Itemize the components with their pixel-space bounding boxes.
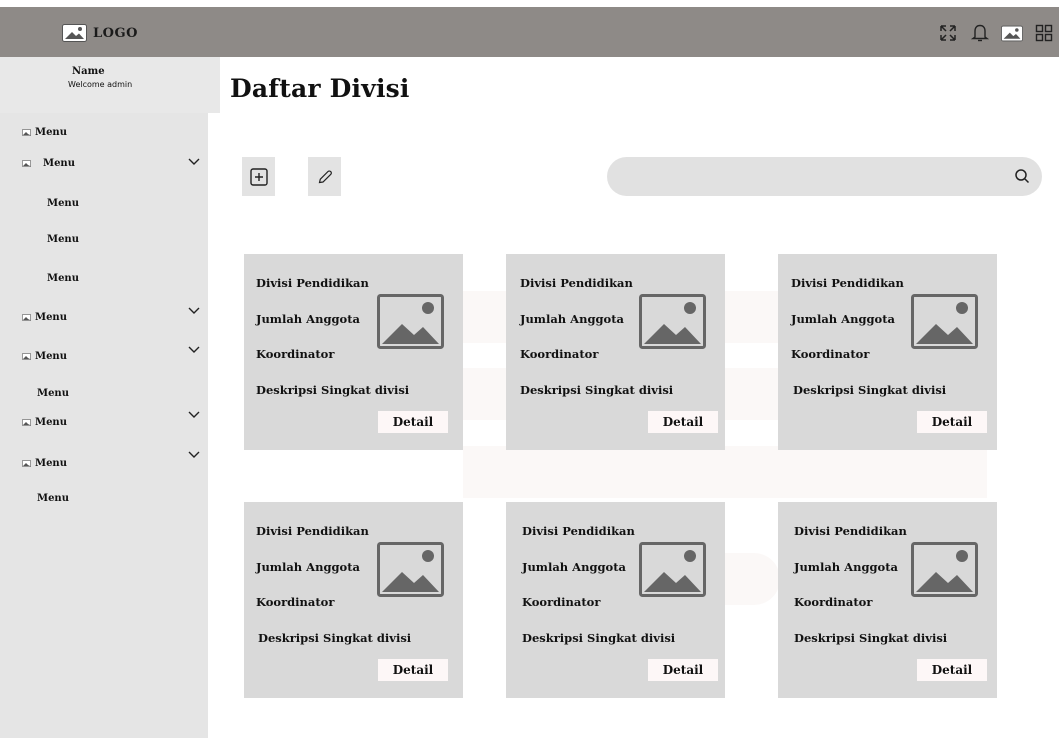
image-placeholder-icon [911, 294, 978, 349]
sidebar-item-label: Menu [35, 458, 67, 469]
sidebar-subitem-4[interactable]: Menu [37, 388, 69, 399]
division-card: Divisi Pendidikan Jumlah Anggota Koordin… [244, 502, 463, 698]
division-card: Divisi Pendidikan Jumlah Anggota Koordin… [506, 254, 725, 450]
chevron-down-icon[interactable] [188, 307, 200, 315]
sidebar-item-2[interactable]: Menu [22, 158, 75, 169]
welcome-text: Welcome admin [68, 80, 133, 89]
edit-button[interactable] [308, 157, 341, 196]
add-button[interactable] [242, 157, 275, 196]
sidebar-item-label: Menu [35, 417, 67, 428]
division-name: Divisi Pendidikan [791, 276, 904, 290]
division-card: Divisi Pendidikan Jumlah Anggota Koordin… [778, 254, 997, 450]
sidebar-item-1[interactable]: Menu [22, 127, 67, 138]
description: Deskripsi Singkat divisi [793, 383, 947, 397]
sidebar-item-label: Menu [47, 198, 79, 209]
sidebar-item-label: Menu [47, 273, 79, 284]
search-bar[interactable] [607, 157, 1042, 196]
coordinator: Koordinator [791, 347, 870, 361]
description: Deskripsi Singkat divisi [256, 383, 410, 397]
image-placeholder-icon [911, 542, 978, 597]
sidebar-item-label: Menu [47, 234, 79, 245]
search-icon[interactable] [1014, 168, 1030, 184]
chevron-down-icon[interactable] [188, 451, 200, 459]
logo[interactable]: LOGO [62, 24, 138, 42]
page-title: Daftar Divisi [230, 74, 410, 103]
member-count: Jumlah Anggota [791, 312, 895, 326]
image-icon [22, 160, 31, 167]
image-icon [62, 24, 87, 42]
member-count: Jumlah Anggota [522, 560, 626, 574]
image-placeholder-icon [639, 294, 706, 349]
sidebar-item-5[interactable]: Menu [22, 417, 67, 428]
sidebar-subitem-1[interactable]: Menu [47, 198, 79, 209]
image-placeholder-icon [377, 294, 444, 349]
sidebar-item-label: Menu [37, 493, 69, 504]
grid-icon[interactable] [1032, 22, 1055, 44]
detail-button[interactable]: Detail [378, 411, 448, 433]
chevron-down-icon[interactable] [188, 158, 200, 166]
coordinator: Koordinator [256, 595, 335, 609]
sidebar-item-6[interactable]: Menu [22, 458, 67, 469]
description: Deskripsi Singkat divisi [258, 631, 412, 645]
pencil-icon [318, 169, 332, 183]
coordinator: Koordinator [520, 347, 599, 361]
image-icon [22, 314, 31, 321]
sidebar-item-label: Menu [35, 312, 67, 323]
sidebar-item-3[interactable]: Menu [22, 312, 67, 323]
sidebar-item-label: Menu [35, 127, 67, 138]
detail-button[interactable]: Detail [917, 411, 987, 433]
image-placeholder-icon [639, 542, 706, 597]
plus-box-icon [249, 167, 268, 186]
division-card: Divisi Pendidikan Jumlah Anggota Koordin… [506, 502, 725, 698]
coordinator: Koordinator [522, 595, 601, 609]
sidebar-item-label: Menu [35, 351, 67, 362]
division-name: Divisi Pendidikan [256, 276, 369, 290]
sidebar-subitem-2[interactable]: Menu [47, 234, 79, 245]
image-icon [22, 419, 31, 426]
member-count: Jumlah Anggota [520, 312, 624, 326]
profile: Name Welcome admin [0, 57, 220, 113]
background-shape [463, 446, 987, 498]
top-icons [936, 22, 1055, 44]
image-icon [22, 460, 31, 467]
description: Deskripsi Singkat divisi [520, 383, 674, 397]
top-bar: LOGO [0, 7, 1059, 57]
image-icon [22, 353, 31, 360]
detail-button[interactable]: Detail [648, 659, 718, 681]
description: Deskripsi Singkat divisi [522, 631, 676, 645]
image-icon[interactable] [1000, 22, 1023, 44]
image-placeholder-icon [377, 542, 444, 597]
detail-button[interactable]: Detail [378, 659, 448, 681]
member-count: Jumlah Anggota [794, 560, 898, 574]
member-count: Jumlah Anggota [256, 312, 360, 326]
expand-icon[interactable] [936, 22, 959, 44]
sidebar-item-label: Menu [43, 158, 75, 169]
bell-icon[interactable] [968, 22, 991, 44]
division-card: Divisi Pendidikan Jumlah Anggota Koordin… [244, 254, 463, 450]
description: Deskripsi Singkat divisi [794, 631, 948, 645]
detail-button[interactable]: Detail [648, 411, 718, 433]
chevron-down-icon[interactable] [188, 346, 200, 354]
coordinator: Koordinator [794, 595, 873, 609]
coordinator: Koordinator [256, 347, 335, 361]
detail-button[interactable]: Detail [917, 659, 987, 681]
chevron-down-icon[interactable] [188, 411, 200, 419]
division-name: Divisi Pendidikan [256, 524, 369, 538]
profile-name: Name [72, 66, 105, 77]
sidebar-item-4[interactable]: Menu [22, 351, 67, 362]
sidebar-subitem-5[interactable]: Menu [37, 493, 69, 504]
division-name: Divisi Pendidikan [522, 524, 635, 538]
division-name: Divisi Pendidikan [794, 524, 907, 538]
sidebar-subitem-3[interactable]: Menu [47, 273, 79, 284]
image-icon [22, 129, 31, 136]
member-count: Jumlah Anggota [256, 560, 360, 574]
logo-text: LOGO [93, 25, 138, 41]
sidebar-item-label: Menu [37, 388, 69, 399]
division-card: Divisi Pendidikan Jumlah Anggota Koordin… [778, 502, 997, 698]
sidebar: Name Welcome admin Menu Menu Menu Menu M… [0, 57, 220, 738]
division-name: Divisi Pendidikan [520, 276, 633, 290]
